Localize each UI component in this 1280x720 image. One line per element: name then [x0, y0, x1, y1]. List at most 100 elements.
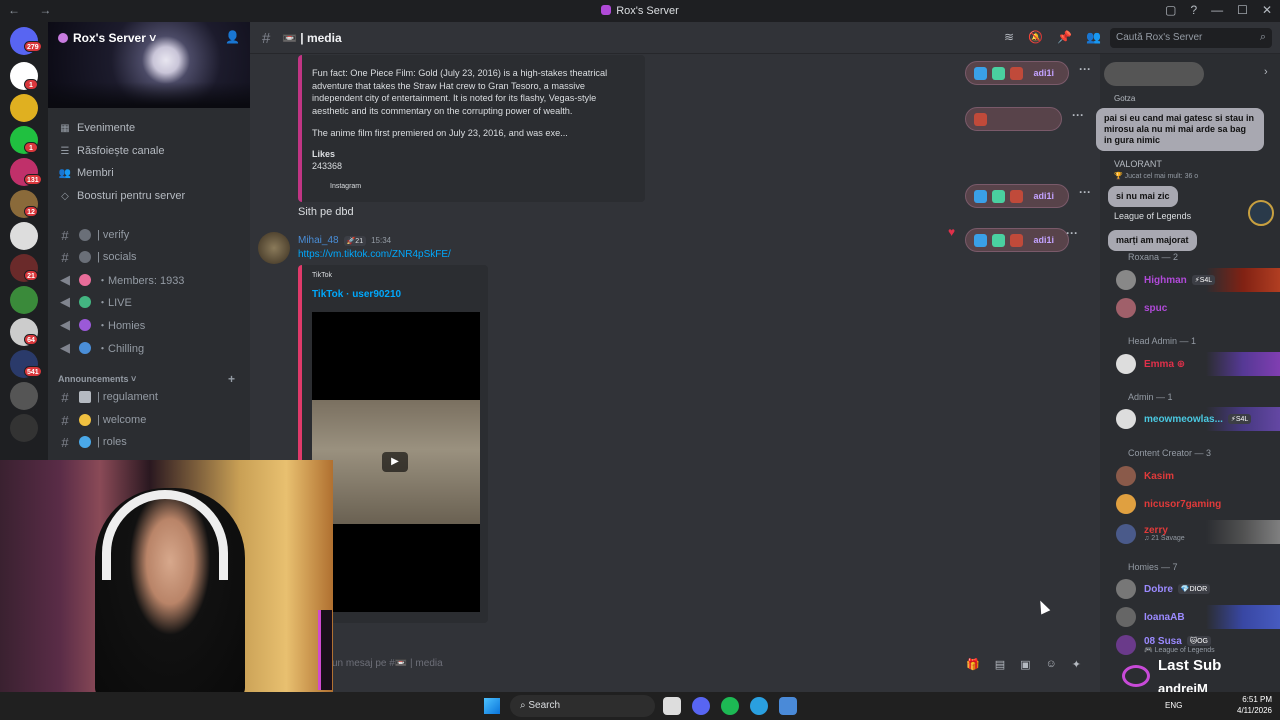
window-title-text: Rox's Server [616, 5, 679, 17]
mute-bell-icon[interactable]: 🔕 [1028, 30, 1043, 44]
embed-text-2: The anime film first premiered on July 2… [312, 128, 568, 138]
member-list-icon[interactable]: 👥 [1086, 30, 1101, 44]
member-category: Homies — 7 [1128, 562, 1178, 572]
close-button[interactable]: ✕ [1262, 3, 1272, 17]
category-announcements[interactable]: Announcements ˅ + [58, 372, 235, 386]
menu-events[interactable]: ▦ Evenimente [58, 118, 135, 138]
windows-start-icon[interactable] [484, 698, 500, 714]
maximize-button[interactable]: ☐ [1237, 3, 1248, 17]
channel-regulament[interactable]: # | regulament [58, 387, 158, 407]
member-row[interactable]: IoanaAB [1116, 605, 1280, 629]
menu-browse-channels[interactable]: ☰ Răsfoiește canale [58, 141, 165, 161]
minimize-button[interactable]: — [1211, 3, 1223, 17]
search-icon: ⌕ [1259, 31, 1266, 43]
member-row[interactable]: Kasim [1116, 464, 1280, 488]
member-list: › Gotza VALORANT 🏆 Jucat cel mai mult: 3… [1096, 54, 1280, 692]
taskbar-search[interactable]: ⌕ Search [510, 695, 655, 717]
member-row[interactable]: zerry ♫ 21 Savage [1116, 520, 1280, 548]
channel-verify[interactable]: # | verify [58, 225, 129, 245]
reaction-pill[interactable]: adi1i [965, 228, 1069, 252]
unread-badge: 1 [24, 79, 38, 90]
voice-homies[interactable]: ◀ ・Homies [58, 315, 145, 335]
search-input[interactable]: Caută Rox's Server ⌕ [1110, 28, 1272, 48]
tiktok-link[interactable]: https://vm.tiktok.com/ZNR4pSkFE/ [298, 249, 451, 260]
member-row[interactable]: meowmeowlas... ⚡S4L [1116, 407, 1280, 431]
help-icon[interactable]: ? [1190, 3, 1197, 17]
more-icon[interactable]: ··· [1079, 62, 1091, 76]
more-icon[interactable]: ··· [1079, 185, 1091, 199]
file-explorer-icon[interactable] [663, 697, 681, 715]
member-row[interactable]: spuc [1116, 296, 1280, 320]
activity-card[interactable] [1104, 62, 1204, 86]
channel-welcome[interactable]: # | welcome [58, 410, 146, 430]
speaker-icon: ◀ [60, 272, 70, 287]
gif-icon[interactable]: ▤ [995, 658, 1005, 671]
speaker-icon: ◀ [60, 294, 70, 309]
server-icon[interactable] [10, 286, 38, 314]
edge-icon[interactable] [750, 697, 768, 715]
server-icon[interactable] [10, 94, 38, 122]
last-sub-overlay: Last Sub andreiM [1118, 657, 1278, 697]
voice-members[interactable]: ◀ ・Members: 1933 [58, 270, 184, 290]
app-icon[interactable] [779, 697, 797, 715]
channel-roles[interactable]: # | roles [58, 432, 126, 452]
reaction-pill[interactable]: adi1i [965, 61, 1069, 85]
gift-icon[interactable]: 🎁 [966, 658, 980, 671]
emoji-icon[interactable]: ☺ [1046, 658, 1057, 671]
embed-provider: TikTok [312, 272, 332, 279]
browse-icon: ☰ [60, 145, 70, 157]
timestamp: 15:34 [371, 236, 392, 245]
inbox-icon[interactable]: ▢ [1165, 3, 1176, 17]
embed-provider: Instagram [330, 182, 362, 190]
voice-live[interactable]: ◀ ・LIVE [58, 292, 132, 312]
unread-badge: 64 [24, 334, 38, 345]
speaker-icon: ◀ [60, 340, 70, 355]
hash-icon: # [262, 30, 271, 47]
video-player[interactable]: ▶ [312, 312, 480, 612]
menu-members[interactable]: 👥 Membri [58, 163, 114, 183]
author-name[interactable]: Mihai_48 [298, 235, 339, 246]
likes-count: 243368 [312, 161, 343, 171]
reaction-pill[interactable]: adi1i [965, 184, 1069, 208]
message-text: Sith pe dbd [298, 206, 354, 218]
server-name[interactable]: Rox's Server ˅ [58, 31, 156, 45]
more-icon[interactable]: ··· [1072, 108, 1084, 122]
mouse-cursor [1035, 598, 1051, 615]
calendar-icon: ▦ [60, 122, 70, 134]
member-row[interactable]: 08 Susa 🐱OG 🎮 League of Legends [1116, 631, 1280, 659]
member-category: Admin — 1 [1128, 392, 1173, 402]
voice-chilling[interactable]: ◀ ・Chilling [58, 338, 144, 358]
pin-icon[interactable]: 📌 [1057, 30, 1072, 44]
threads-icon[interactable]: ≋ [1004, 30, 1014, 44]
avatar[interactable] [258, 232, 290, 264]
embed-title[interactable]: TikTok · user90210 [312, 289, 401, 300]
add-channel-icon[interactable]: + [228, 372, 235, 386]
server-icon [601, 5, 612, 15]
member-row[interactable]: Highman ⚡S4L [1116, 268, 1280, 292]
sticker-icon[interactable]: ▣ [1020, 658, 1030, 671]
video-thumbnail: ▶ [312, 400, 480, 524]
play-icon[interactable]: ▶ [382, 452, 408, 472]
chevron-right-icon[interactable]: › [1264, 66, 1268, 78]
discord-icon[interactable] [692, 697, 710, 715]
server-icon[interactable] [10, 382, 38, 410]
clock[interactable]: 6:51 PM 4/11/2026 [1237, 694, 1272, 716]
spotify-icon[interactable] [721, 697, 739, 715]
member-row[interactable]: Emma ⊕ [1116, 352, 1280, 376]
invite-icon[interactable]: 👤 [225, 30, 240, 44]
language-indicator[interactable]: ENG [1165, 701, 1182, 710]
channel-name: 📼 | media [282, 31, 342, 45]
hash-icon: # [61, 412, 69, 428]
reaction-pill[interactable] [965, 107, 1062, 131]
menu-boosts[interactable]: ◇ Boosturi pentru server [58, 186, 185, 206]
more-icon[interactable]: ··· [1066, 226, 1078, 240]
chat-area: # 📼 | media ≋ 🔕 📌 👥 Caută Rox's Server ⌕ … [250, 22, 1280, 692]
member-row[interactable]: nicusor7gaming [1116, 492, 1280, 516]
member-category: Roxana — 2 [1128, 252, 1179, 262]
apps-icon[interactable]: ✦ [1072, 658, 1081, 671]
server-icon[interactable] [10, 414, 38, 442]
heart-reaction-icon[interactable]: ♥ [948, 225, 955, 239]
server-icon[interactable] [10, 222, 38, 250]
channel-socials[interactable]: # | socials [58, 247, 136, 267]
member-row[interactable]: Dobre 💎DIOR [1116, 577, 1280, 601]
